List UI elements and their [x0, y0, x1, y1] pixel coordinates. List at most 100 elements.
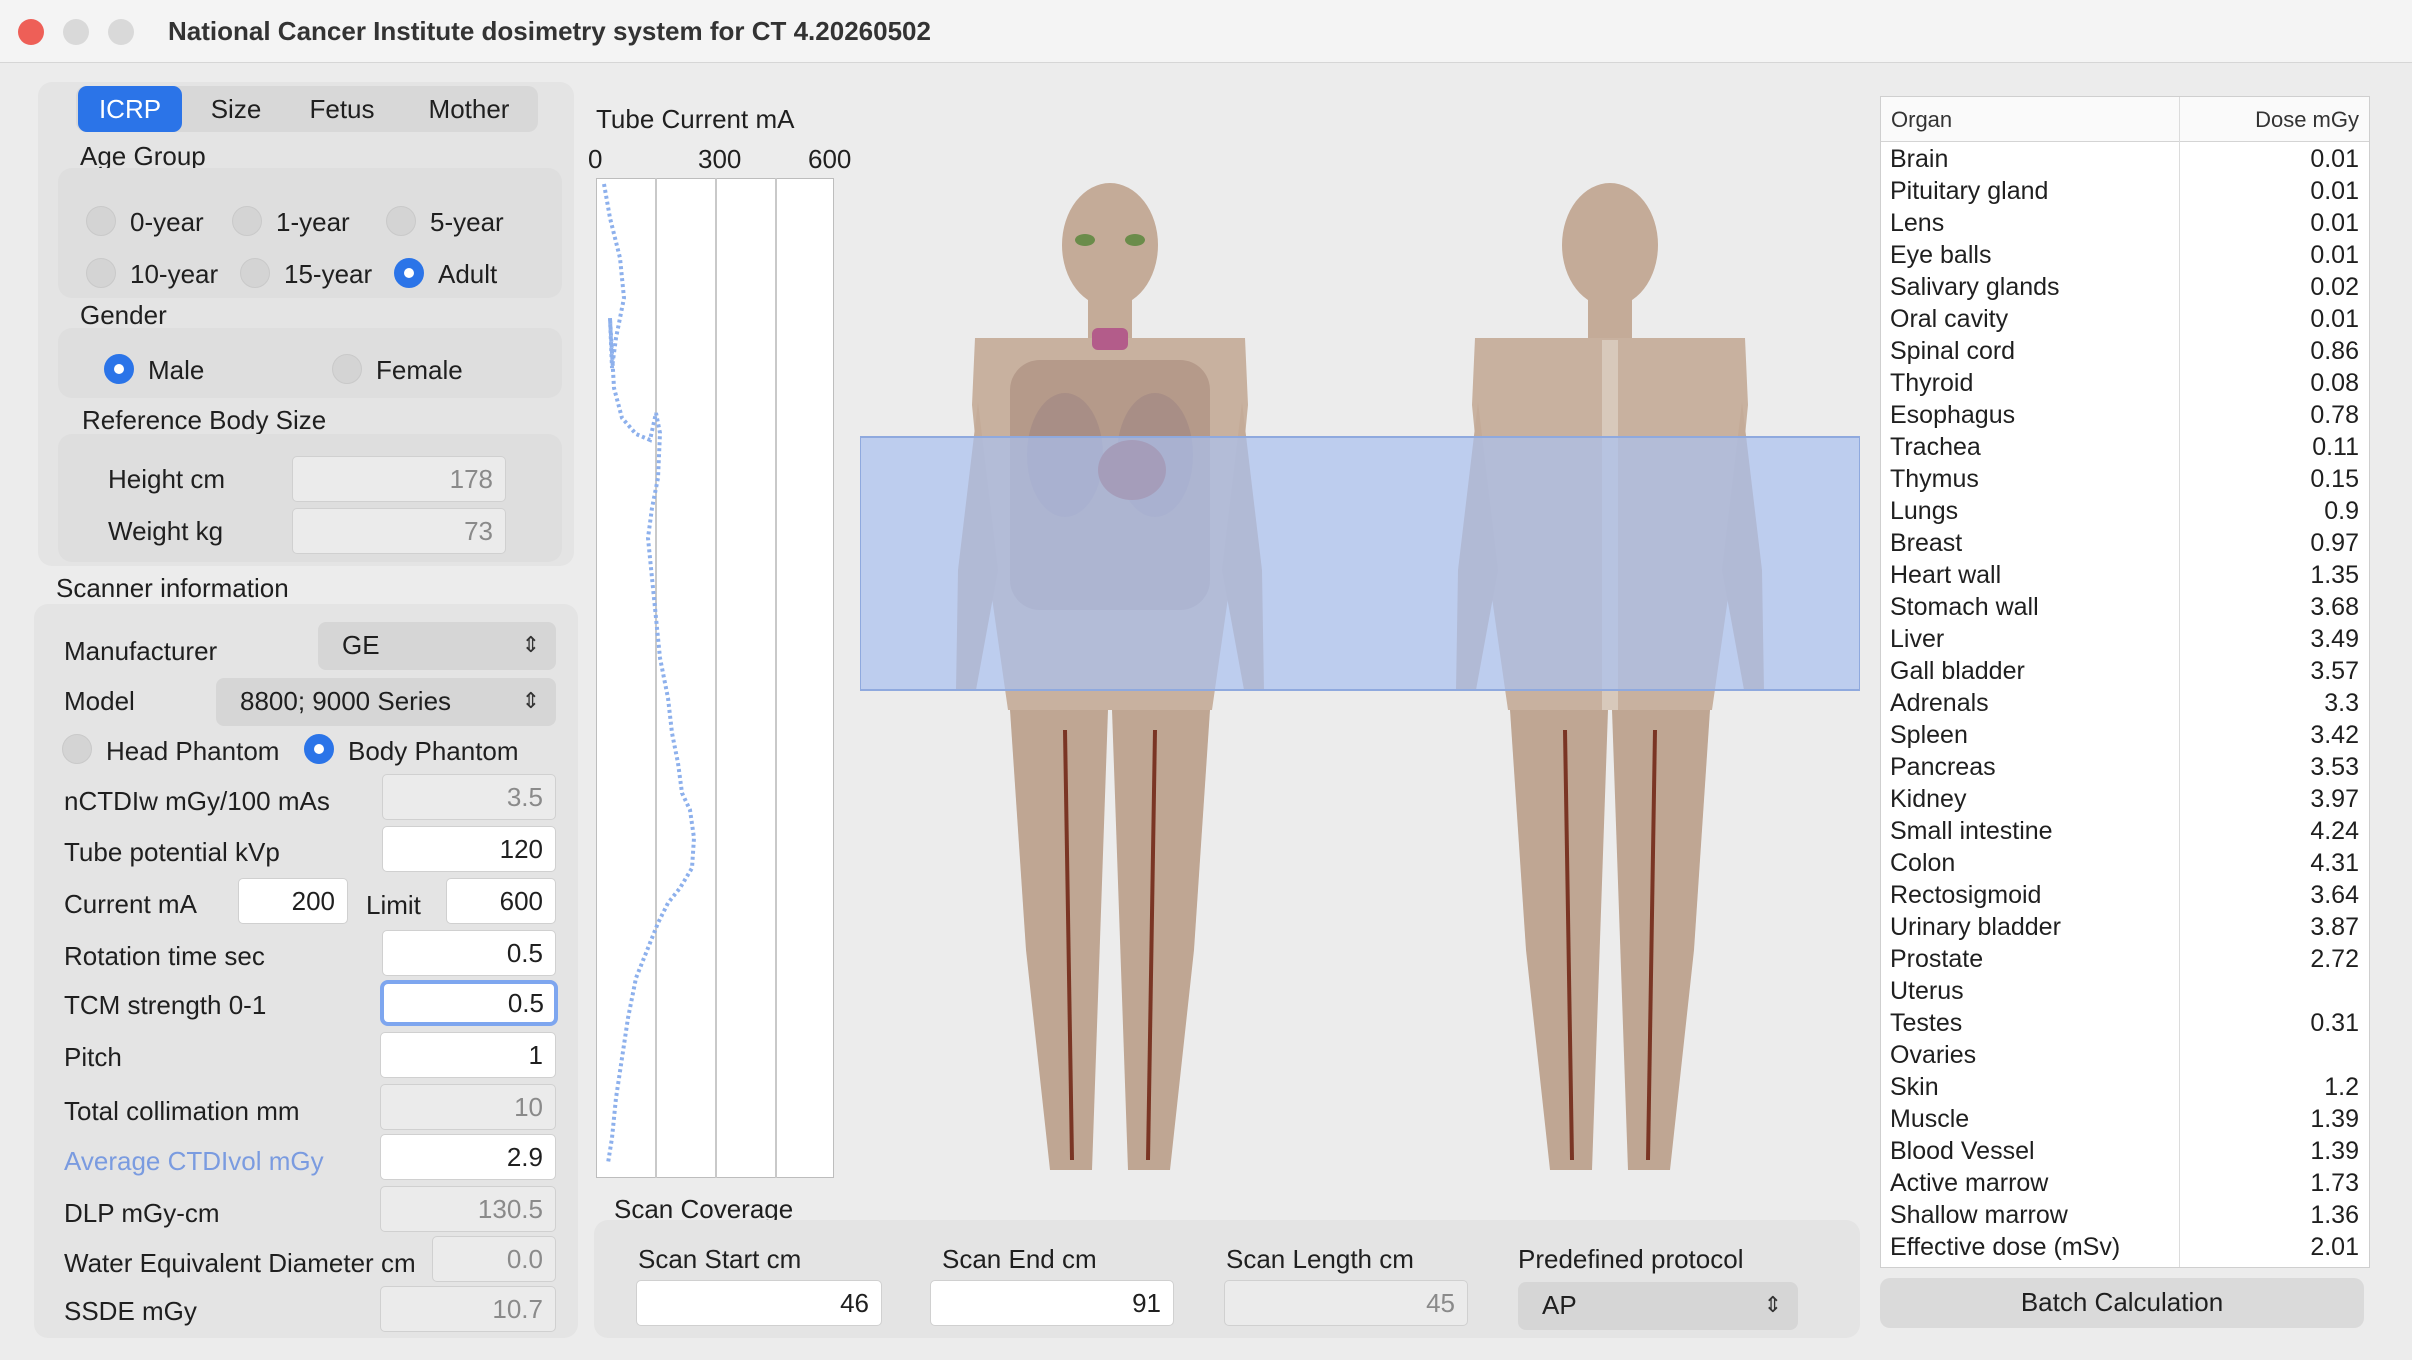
table-row[interactable]: Liver 3.49: [1881, 623, 2369, 655]
table-row[interactable]: Kidney 3.97: [1881, 783, 2369, 815]
table-row[interactable]: Blood Vessel 1.39: [1881, 1135, 2369, 1167]
dose-value-cell: 1.73: [2310, 1169, 2359, 1197]
table-row[interactable]: Spleen 3.42: [1881, 719, 2369, 751]
organ-name-cell: Oral cavity: [1890, 305, 2009, 333]
minimize-window-button[interactable]: [63, 19, 89, 45]
column-header-dose[interactable]: Dose mGy: [2255, 107, 2359, 133]
ssde-field[interactable]: 10.7: [380, 1286, 556, 1332]
height-field[interactable]: 178: [292, 456, 506, 502]
ctdivol-field[interactable]: 2.9: [380, 1134, 556, 1180]
current-field[interactable]: 200: [238, 878, 348, 924]
gender-box: [58, 328, 562, 398]
table-row[interactable]: Esophagus 0.78: [1881, 399, 2369, 431]
radio-age-15-year[interactable]: [240, 258, 270, 288]
weight-field[interactable]: 73: [292, 508, 506, 554]
table-row[interactable]: Pancreas 3.53: [1881, 751, 2369, 783]
dose-value-cell: 1.39: [2310, 1137, 2359, 1165]
dose-value-cell: 1.2: [2324, 1073, 2359, 1101]
radio-age-5-year[interactable]: [386, 206, 416, 236]
limit-label: Limit: [366, 890, 421, 920]
organ-name-cell: Salivary glands: [1890, 273, 2060, 301]
organ-dose-table[interactable]: Organ Dose mGy Brain 0.01 Pituitary gland 0…: [1880, 96, 2370, 1268]
table-row[interactable]: Muscle 1.39: [1881, 1103, 2369, 1135]
table-row[interactable]: Pituitary gland 0.01: [1881, 175, 2369, 207]
table-row[interactable]: Effective dose (mSv) 2.01: [1881, 1231, 2369, 1263]
column-header-organ[interactable]: Organ: [1891, 107, 1952, 133]
dlp-field[interactable]: 130.5: [380, 1186, 556, 1232]
pitch-field[interactable]: 1: [380, 1032, 556, 1078]
table-row[interactable]: Gall bladder 3.57: [1881, 655, 2369, 687]
kvp-field[interactable]: 120: [382, 826, 556, 872]
tab-size[interactable]: Size: [188, 86, 284, 132]
table-row[interactable]: Testes 0.31: [1881, 1007, 2369, 1039]
radio-body-phantom[interactable]: [304, 734, 334, 764]
dose-value-cell: 3.57: [2310, 657, 2359, 685]
table-row[interactable]: Thymus 0.15: [1881, 463, 2369, 495]
chevron-updown-icon: ⇕: [521, 632, 540, 657]
protocol-select[interactable]: AP ⇕: [1518, 1282, 1798, 1330]
table-row[interactable]: Breast 0.97: [1881, 527, 2369, 559]
table-row[interactable]: Prostate 2.72: [1881, 943, 2369, 975]
table-row[interactable]: Trachea 0.11: [1881, 431, 2369, 463]
radio-age-1-year[interactable]: [232, 206, 262, 236]
table-row[interactable]: Shallow marrow 1.36: [1881, 1199, 2369, 1231]
table-row[interactable]: Thyroid 0.08: [1881, 367, 2369, 399]
table-row[interactable]: Skin 1.2: [1881, 1071, 2369, 1103]
table-row[interactable]: Brain 0.01: [1881, 143, 2369, 175]
table-row[interactable]: Oral cavity 0.01: [1881, 303, 2369, 335]
dose-value-cell: 1.35: [2310, 561, 2359, 589]
scan-length-field[interactable]: 45: [1224, 1280, 1468, 1326]
radio-gender-male[interactable]: [104, 354, 134, 384]
tcm-field[interactable]: 0.5: [380, 980, 558, 1026]
tab-fetus[interactable]: Fetus: [290, 86, 394, 132]
dose-value-cell: 3.3: [2324, 689, 2359, 717]
rotation-field[interactable]: 0.5: [382, 930, 556, 976]
table-row[interactable]: Urinary bladder 3.87: [1881, 911, 2369, 943]
table-row[interactable]: Spinal cord 0.86: [1881, 335, 2369, 367]
collimation-field[interactable]: 10: [380, 1084, 556, 1130]
dose-value-cell: 0.01: [2310, 209, 2359, 237]
table-row[interactable]: Ovaries: [1881, 1039, 2369, 1071]
radio-age-10-year-label: 10-year: [130, 259, 219, 289]
zoom-window-button[interactable]: [108, 19, 134, 45]
protocol-label: Predefined protocol: [1518, 1244, 1744, 1274]
close-window-button[interactable]: [18, 19, 44, 45]
window-title: National Cancer Institute dosimetry syst…: [168, 16, 931, 46]
table-row[interactable]: Uterus: [1881, 975, 2369, 1007]
manufacturer-select[interactable]: GE ⇕: [318, 622, 556, 670]
tube-tick-300: 300: [698, 144, 742, 174]
table-row[interactable]: Stomach wall 3.68: [1881, 591, 2369, 623]
dose-value-cell: 0.15: [2310, 465, 2359, 493]
table-row[interactable]: Colon 4.31: [1881, 847, 2369, 879]
radio-age-adult[interactable]: [394, 258, 424, 288]
dose-value-cell: 0.86: [2310, 337, 2359, 365]
limit-field[interactable]: 600: [446, 878, 556, 924]
organ-name-cell: Muscle: [1890, 1105, 1970, 1133]
scan-end-field[interactable]: 91: [930, 1280, 1174, 1326]
tab-icrp[interactable]: ICRP: [78, 86, 182, 132]
table-row[interactable]: Salivary glands 0.02: [1881, 271, 2369, 303]
batch-calculation-button[interactable]: Batch Calculation: [1880, 1278, 2364, 1328]
wed-field[interactable]: 0.0: [432, 1236, 556, 1282]
table-row[interactable]: Lens 0.01: [1881, 207, 2369, 239]
dose-value-cell: 1.39: [2310, 1105, 2359, 1133]
radio-age-0-year[interactable]: [86, 206, 116, 236]
ctdivol-label: Average CTDIvol mGy: [64, 1146, 324, 1176]
table-row[interactable]: Active marrow 1.73: [1881, 1167, 2369, 1199]
table-row[interactable]: Small intestine 4.24: [1881, 815, 2369, 847]
nctdi-field[interactable]: 3.5: [382, 774, 556, 820]
radio-head-phantom[interactable]: [62, 734, 92, 764]
model-select[interactable]: 8800; 9000 Series ⇕: [216, 678, 556, 726]
scan-region-overlay[interactable]: [860, 436, 1860, 691]
radio-gender-female[interactable]: [332, 354, 362, 384]
radio-age-10-year[interactable]: [86, 258, 116, 288]
table-row[interactable]: Rectosigmoid 3.64: [1881, 879, 2369, 911]
table-row[interactable]: Eye balls 0.01: [1881, 239, 2369, 271]
collimation-label: Total collimation mm: [64, 1096, 300, 1126]
table-row[interactable]: Adrenals 3.3: [1881, 687, 2369, 719]
table-row[interactable]: Heart wall 1.35: [1881, 559, 2369, 591]
scan-start-field[interactable]: 46: [636, 1280, 882, 1326]
organ-name-cell: Ovaries: [1890, 1041, 1977, 1069]
table-row[interactable]: Lungs 0.9: [1881, 495, 2369, 527]
tab-mother[interactable]: Mother: [402, 86, 536, 132]
